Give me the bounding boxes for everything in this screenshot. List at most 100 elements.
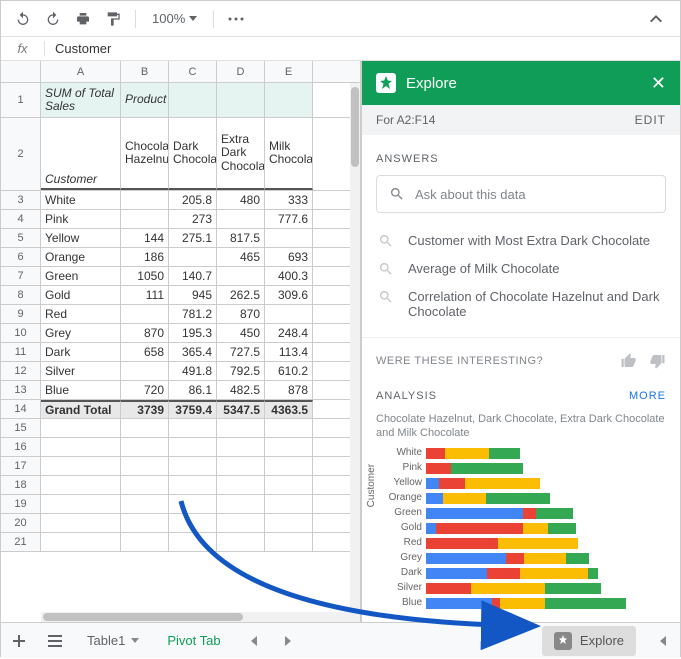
cell[interactable]: 273	[169, 210, 217, 228]
explore-button[interactable]: Explore	[542, 626, 636, 656]
vertical-scrollbar[interactable]	[350, 83, 360, 622]
cell[interactable]: 817.5	[217, 229, 265, 247]
cell[interactable]	[121, 495, 169, 513]
cell[interactable]	[121, 514, 169, 532]
cell[interactable]: 781.2	[169, 305, 217, 323]
col-header[interactable]: A	[41, 61, 121, 82]
cell[interactable]: 693	[265, 248, 313, 266]
cell[interactable]: Grey	[41, 324, 121, 342]
cell[interactable]: Pink	[41, 210, 121, 228]
cell[interactable]	[169, 248, 217, 266]
cell[interactable]	[41, 495, 121, 513]
cell[interactable]	[169, 514, 217, 532]
cell[interactable]: Silver	[41, 362, 121, 380]
add-sheet-button[interactable]	[1, 623, 37, 659]
collapse-toolbar-icon[interactable]	[642, 5, 670, 33]
cell[interactable]	[169, 419, 217, 437]
cell[interactable]: Red	[41, 305, 121, 323]
row-header[interactable]: 13	[1, 381, 41, 399]
row-header[interactable]: 15	[1, 419, 41, 437]
cell[interactable]	[265, 438, 313, 456]
cell[interactable]	[121, 476, 169, 494]
row-header[interactable]: 11	[1, 343, 41, 361]
cell[interactable]: 1050	[121, 267, 169, 285]
cell[interactable]: Extra Dark Chocolate	[217, 118, 265, 190]
collapse-explore-icon[interactable]	[644, 623, 680, 659]
row-header[interactable]: 12	[1, 362, 41, 380]
cell[interactable]	[217, 83, 265, 117]
cell[interactable]	[121, 419, 169, 437]
tab-scroll-left-icon[interactable]	[235, 623, 271, 659]
formula-input[interactable]: Customer	[45, 41, 680, 56]
edit-range-button[interactable]: EDIT	[635, 113, 666, 127]
cell[interactable]	[217, 533, 265, 551]
cell[interactable]: 658	[121, 343, 169, 361]
suggestion-item[interactable]: Average of Milk Chocolate	[376, 255, 666, 283]
cell[interactable]: 610.2	[265, 362, 313, 380]
cell[interactable]: Customer	[41, 118, 121, 190]
analysis-chart[interactable]: Customer WhitePinkYellowOrangeGreenGoldR…	[376, 447, 666, 611]
col-header[interactable]: E	[265, 61, 313, 82]
cell[interactable]: 144	[121, 229, 169, 247]
row-header[interactable]: 9	[1, 305, 41, 323]
cell[interactable]	[121, 438, 169, 456]
cell[interactable]	[41, 419, 121, 437]
cell[interactable]: 248.4	[265, 324, 313, 342]
tab-table1[interactable]: Table1	[73, 623, 153, 659]
col-header[interactable]: C	[169, 61, 217, 82]
cell[interactable]	[265, 229, 313, 247]
cell[interactable]	[217, 267, 265, 285]
row-header[interactable]: 17	[1, 457, 41, 475]
cell[interactable]: 792.5	[217, 362, 265, 380]
spreadsheet[interactable]: A B C D E 1SUM of Total SalesProduct2Cus…	[1, 61, 361, 622]
cell[interactable]	[217, 476, 265, 494]
cell[interactable]	[265, 83, 313, 117]
cell[interactable]: 186	[121, 248, 169, 266]
horizontal-scrollbar[interactable]	[41, 612, 350, 622]
cell[interactable]	[121, 210, 169, 228]
cell[interactable]	[169, 533, 217, 551]
cell[interactable]: 480	[217, 191, 265, 209]
cell[interactable]	[169, 495, 217, 513]
cell[interactable]	[217, 210, 265, 228]
cell[interactable]	[41, 533, 121, 551]
undo-icon[interactable]	[11, 7, 35, 31]
row-header[interactable]: 10	[1, 324, 41, 342]
row-header[interactable]: 14	[1, 400, 41, 418]
cell[interactable]: 86.1	[169, 381, 217, 399]
cell[interactable]: 5347.5	[217, 400, 265, 418]
cell[interactable]: 400.3	[265, 267, 313, 285]
cell[interactable]: Gold	[41, 286, 121, 304]
cell[interactable]	[121, 362, 169, 380]
thumbs-up-icon[interactable]	[620, 352, 638, 370]
row-header[interactable]: 4	[1, 210, 41, 228]
row-header[interactable]: 16	[1, 438, 41, 456]
suggestion-item[interactable]: Correlation of Chocolate Hazelnut and Da…	[376, 283, 666, 325]
cell[interactable]	[169, 457, 217, 475]
cell[interactable]: 4363.5	[265, 400, 313, 418]
paint-format-icon[interactable]	[101, 7, 125, 31]
cell[interactable]: 777.6	[265, 210, 313, 228]
row-header[interactable]: 3	[1, 191, 41, 209]
cell[interactable]: 205.8	[169, 191, 217, 209]
cell[interactable]	[265, 305, 313, 323]
cell[interactable]: White	[41, 191, 121, 209]
cell[interactable]: 309.6	[265, 286, 313, 304]
cell[interactable]	[121, 533, 169, 551]
cell[interactable]	[169, 476, 217, 494]
cell[interactable]: 365.4	[169, 343, 217, 361]
cell[interactable]: 482.5	[217, 381, 265, 399]
cell[interactable]	[121, 191, 169, 209]
cell[interactable]: 275.1	[169, 229, 217, 247]
cell[interactable]: Milk Chocolate	[265, 118, 313, 190]
cell[interactable]: Product	[121, 83, 169, 117]
cell[interactable]: SUM of Total Sales	[41, 83, 121, 117]
tab-pivot[interactable]: Pivot Tab	[153, 623, 234, 659]
cell[interactable]	[41, 438, 121, 456]
cell[interactable]	[217, 457, 265, 475]
zoom-dropdown[interactable]: 100%	[146, 11, 203, 26]
cell[interactable]: Dark Chocolate	[169, 118, 217, 190]
cell[interactable]: Blue	[41, 381, 121, 399]
cell[interactable]	[217, 495, 265, 513]
cell[interactable]	[41, 514, 121, 532]
